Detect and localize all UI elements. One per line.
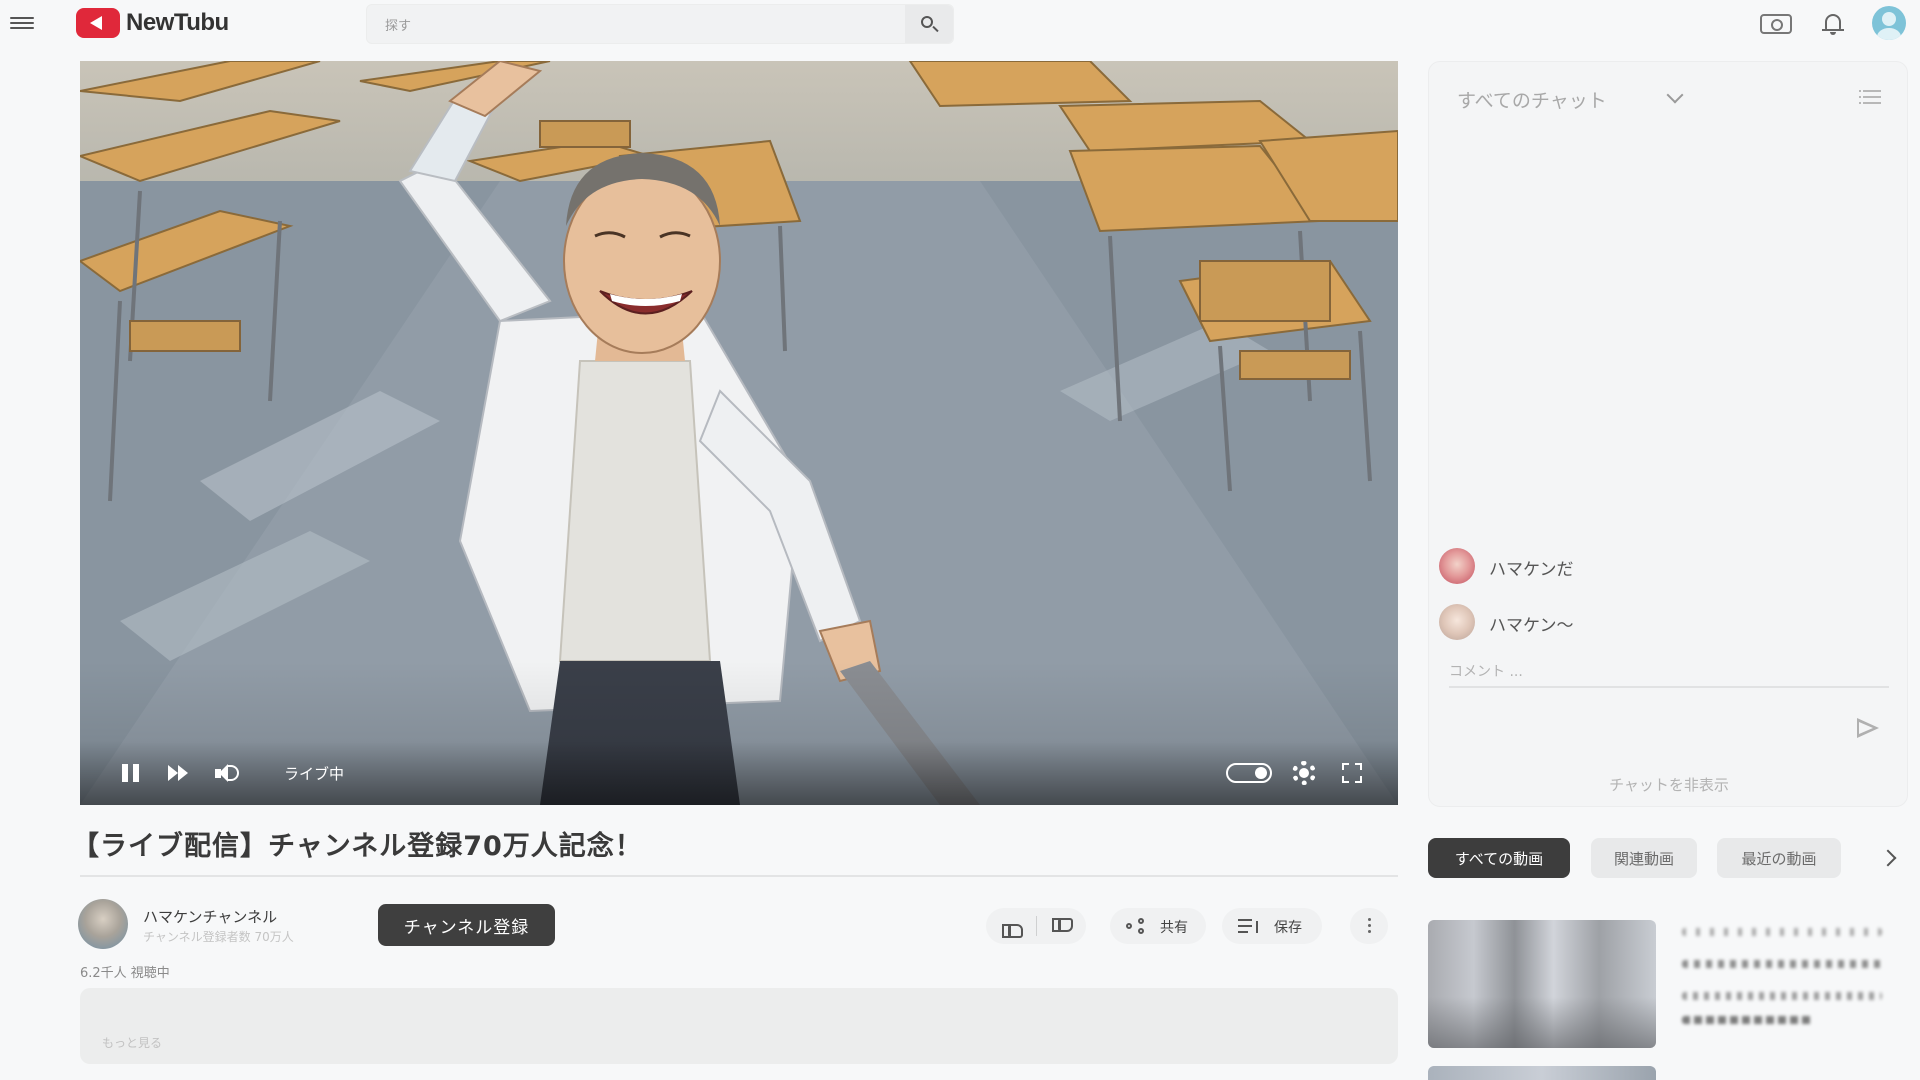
chat-filter-dropdown[interactable]: すべてのチャット: [1457, 86, 1607, 113]
video-title: 【ライブ配信】チャンネル登録70万人記念！: [72, 831, 643, 862]
share-label: 共有: [1160, 920, 1188, 936]
channel-avatar[interactable]: [78, 899, 128, 949]
chat-message: ハマケン〜: [1437, 598, 1897, 646]
avatar[interactable]: [1439, 548, 1475, 584]
gear-icon[interactable]: [1292, 761, 1316, 785]
subscriber-count: チャンネル登録者数 70万人: [143, 930, 294, 944]
chat-message: ハマケンだ: [1437, 542, 1897, 590]
save-label: 保存: [1274, 920, 1302, 936]
live-chat-panel: すべてのチャット ハマケンだ ハマケン〜 チャットを非表示: [1428, 61, 1908, 807]
logo[interactable]: NewTubu: [76, 8, 229, 38]
divider: [80, 875, 1398, 877]
pause-icon[interactable]: [122, 761, 140, 785]
search-button[interactable]: [905, 5, 953, 43]
volume-icon[interactable]: [215, 761, 241, 785]
more-vertical-icon: [1368, 918, 1371, 934]
fullscreen-icon[interactable]: [1342, 763, 1362, 783]
autoplay-toggle[interactable]: [1226, 763, 1272, 783]
related-video-title-blurred[interactable]: [1682, 992, 1882, 1000]
subscribe-button[interactable]: チャンネル登録: [378, 904, 555, 946]
play-logo-icon: [76, 8, 120, 38]
playlist-add-icon: [1238, 918, 1262, 934]
related-video-title-blurred[interactable]: [1682, 928, 1882, 936]
divider: [1036, 916, 1037, 936]
chat-message-text: ハマケンだ: [1489, 560, 1574, 580]
more-options-button[interactable]: [1350, 908, 1388, 944]
player-controls: ライブ中: [80, 741, 1398, 805]
search-bar: [366, 4, 954, 44]
share-icon: [1126, 918, 1144, 934]
related-video-title-blurred[interactable]: [1682, 960, 1882, 968]
comment-input[interactable]: [1449, 658, 1889, 688]
next-icon[interactable]: [168, 761, 192, 785]
chevron-down-icon[interactable]: [1666, 86, 1684, 104]
top-bar: NewTubu: [0, 0, 1920, 48]
chat-message-text: ハマケン〜: [1489, 616, 1574, 636]
show-more-link[interactable]: もっと見る: [102, 1034, 162, 1051]
live-status: ライブ中: [284, 765, 345, 783]
related-video-channel-blurred[interactable]: [1682, 1016, 1812, 1024]
account-avatar[interactable]: [1872, 6, 1906, 40]
thumbs-down-icon[interactable]: [1052, 917, 1073, 935]
create-video-icon[interactable]: [1760, 14, 1792, 34]
like-dislike-group: [986, 908, 1086, 944]
send-icon[interactable]: [1857, 718, 1881, 738]
list-icon[interactable]: [1859, 90, 1881, 106]
bell-icon[interactable]: [1822, 12, 1844, 36]
avatar[interactable]: [1439, 604, 1475, 640]
hide-chat-button[interactable]: チャットを非表示: [1429, 774, 1909, 795]
chevron-right-icon[interactable]: [1879, 849, 1897, 867]
viewer-count: 6.2千人 視聴中: [80, 966, 170, 981]
video-player[interactable]: ライブ中: [80, 61, 1398, 805]
chip-related-videos[interactable]: 関連動画: [1591, 838, 1697, 878]
menu-icon[interactable]: [10, 14, 34, 34]
app-name: NewTubu: [126, 9, 229, 36]
share-button[interactable]: 共有: [1110, 908, 1206, 944]
thumbs-up-icon[interactable]: [1002, 917, 1023, 938]
chip-recent-videos[interactable]: 最近の動画: [1717, 838, 1841, 878]
related-video-thumbnail[interactable]: [1428, 1066, 1656, 1080]
search-input[interactable]: [385, 17, 885, 35]
chip-all-videos[interactable]: すべての動画: [1428, 838, 1570, 878]
save-button[interactable]: 保存: [1222, 908, 1322, 944]
search-icon: [921, 16, 933, 28]
channel-name[interactable]: ハマケンチャンネル: [143, 906, 277, 927]
description-box[interactable]: もっと見る: [80, 988, 1398, 1064]
video-frame: [80, 61, 1398, 805]
related-video-thumbnail[interactable]: [1428, 920, 1656, 1048]
